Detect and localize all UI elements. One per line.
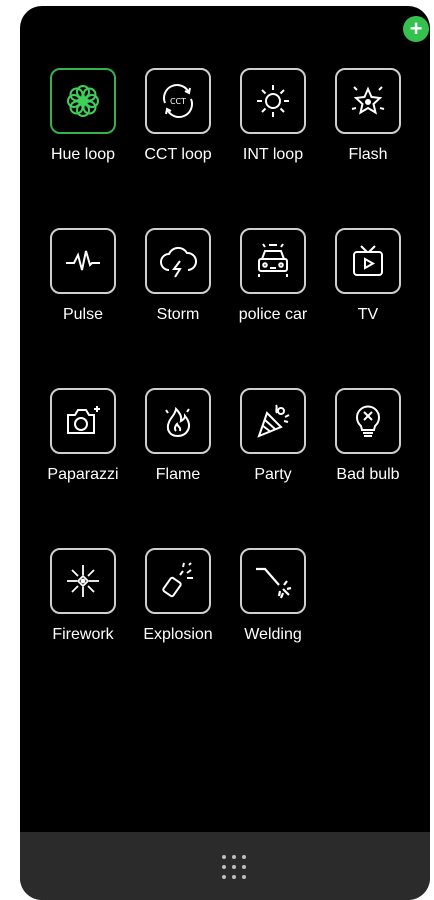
police-car-icon [240, 228, 306, 294]
svg-text:CCT: CCT [170, 97, 186, 106]
effect-label: Storm [156, 306, 200, 323]
effect-int-loop[interactable]: INT loop [226, 68, 320, 188]
camera-icon [50, 388, 116, 454]
firework-icon [50, 548, 116, 614]
effect-label: Pulse [62, 306, 104, 323]
sparkle-star-icon [335, 68, 401, 134]
effect-police-car[interactable]: police car [226, 228, 320, 348]
effect-label: police car [238, 306, 308, 323]
effect-label: Hue loop [50, 146, 116, 163]
storm-cloud-icon [145, 228, 211, 294]
add-button[interactable]: + [403, 16, 429, 42]
effect-bad-bulb[interactable]: Bad bulb [321, 388, 415, 508]
flower-icon [50, 68, 116, 134]
effects-panel: Hue loop CCT CCT loop INT loop Flash Pul… [20, 6, 430, 900]
effect-label: Bad bulb [336, 466, 400, 483]
cct-cycle-icon: CCT [145, 68, 211, 134]
tv-icon [335, 228, 401, 294]
effect-welding[interactable]: Welding [226, 548, 320, 668]
grid-dots-icon[interactable] [222, 855, 246, 879]
effect-label: Party [254, 466, 292, 483]
effect-firework[interactable]: Firework [36, 548, 130, 668]
effect-hue-loop[interactable]: Hue loop [36, 68, 130, 188]
effect-label: Flash [348, 146, 388, 163]
effect-pulse[interactable]: Pulse [36, 228, 130, 348]
effect-party[interactable]: Party [226, 388, 320, 508]
welding-icon [240, 548, 306, 614]
effect-flash[interactable]: Flash [321, 68, 415, 188]
effect-label: CCT loop [144, 146, 212, 163]
effect-storm[interactable]: Storm [131, 228, 225, 348]
flame-icon [145, 388, 211, 454]
effect-label: Explosion [143, 626, 213, 643]
effect-explosion[interactable]: Explosion [131, 548, 225, 668]
effect-label: Firework [52, 626, 114, 643]
effect-flame[interactable]: Flame [131, 388, 225, 508]
effect-tv[interactable]: TV [321, 228, 415, 348]
effect-label: Paparazzi [47, 466, 119, 483]
heartbeat-icon [50, 228, 116, 294]
effect-label: Flame [155, 466, 201, 483]
effect-cct-loop[interactable]: CCT CCT loop [131, 68, 225, 188]
broken-bulb-icon [335, 388, 401, 454]
sun-icon [240, 68, 306, 134]
effect-label: Welding [244, 626, 302, 643]
bottom-bar [20, 832, 430, 900]
explosion-icon [145, 548, 211, 614]
effect-label: TV [357, 306, 379, 323]
party-popper-icon [240, 388, 306, 454]
effect-paparazzi[interactable]: Paparazzi [36, 388, 130, 508]
effect-label: INT loop [242, 146, 304, 163]
